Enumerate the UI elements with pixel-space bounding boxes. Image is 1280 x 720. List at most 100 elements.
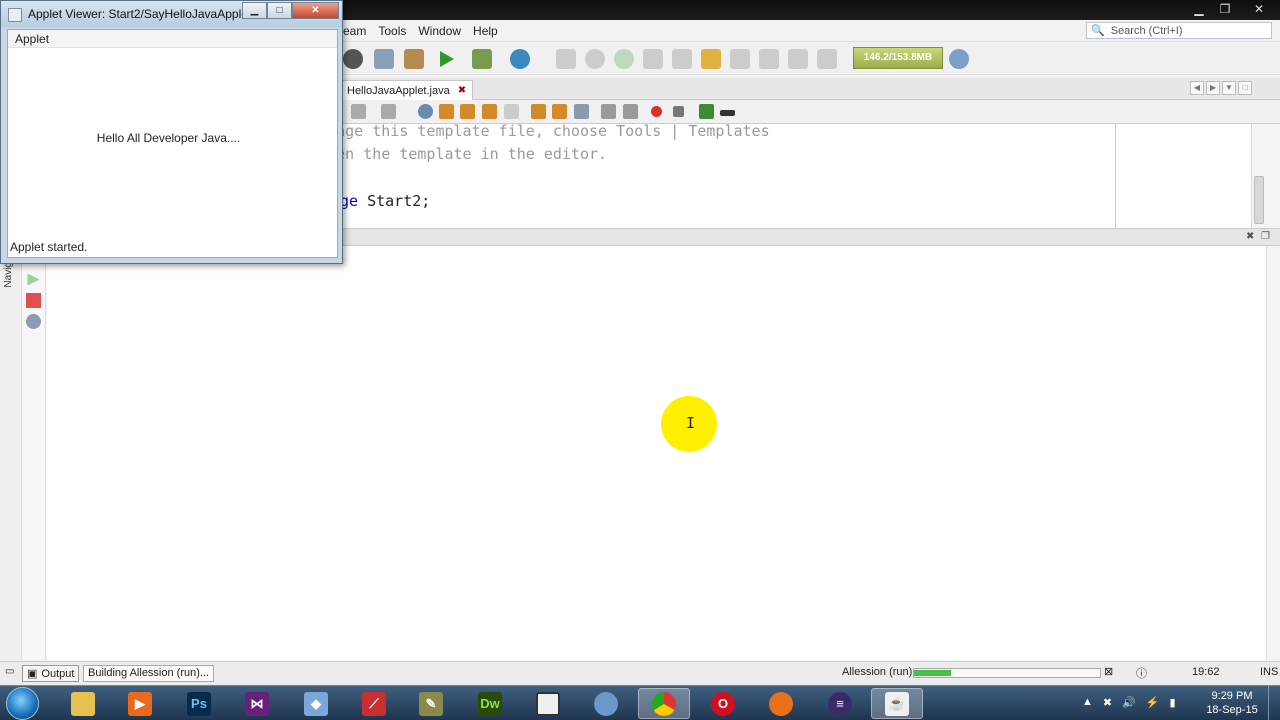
- applet-menu-bar: Applet: [8, 30, 337, 48]
- taskbar-dreamweaver[interactable]: Dw: [464, 688, 516, 719]
- output-button[interactable]: ▣ Output: [22, 665, 80, 682]
- taskbar-file-explorer[interactable]: [57, 688, 109, 719]
- uncomment-icon[interactable]: [720, 110, 735, 116]
- notifications-icon[interactable]: ⓘ: [1136, 665, 1147, 681]
- taskbar-tools[interactable]: ✎: [405, 688, 457, 719]
- navigator-label[interactable]: Navig: [3, 262, 14, 288]
- tab-label: HelloJavaApplet.java: [347, 84, 450, 97]
- search-icon: 🔍: [1091, 25, 1105, 37]
- search-input[interactable]: 🔍 Search (Ctrl+I): [1086, 22, 1272, 39]
- virtualbox-icon: ◆: [304, 691, 328, 716]
- close-panel-icon[interactable]: ✖: [1246, 231, 1254, 242]
- menu-window[interactable]: Window: [418, 24, 461, 38]
- start-macro-icon[interactable]: [651, 106, 662, 117]
- close-button[interactable]: ✕: [1238, 0, 1280, 18]
- minimize-button[interactable]: ▁: [1186, 0, 1212, 18]
- taskbar-chrome[interactable]: [638, 688, 690, 719]
- take-snapshot-icon[interactable]: [788, 49, 808, 69]
- folder-icon: [71, 691, 95, 716]
- editor-scrollbar[interactable]: [1251, 124, 1266, 228]
- stop-build-icon[interactable]: [26, 293, 41, 308]
- close-tab-icon[interactable]: ✖: [458, 82, 466, 100]
- panel-toggle-icon[interactable]: ▭: [5, 666, 14, 677]
- output-area[interactable]: [47, 246, 1266, 660]
- forward-icon[interactable]: [381, 104, 396, 119]
- output-scrollbar[interactable]: [1266, 246, 1280, 660]
- system-tray: ▲ ✖ 🔊 ⚡ ▮: [1082, 696, 1176, 709]
- taskbar-window[interactable]: [522, 688, 574, 719]
- stop-icon[interactable]: [556, 49, 576, 69]
- previous-bookmark-icon[interactable]: [531, 104, 546, 119]
- network-status-icon[interactable]: ✖: [1103, 696, 1112, 709]
- gc-icon[interactable]: [949, 49, 969, 69]
- step-into-icon[interactable]: [672, 49, 692, 69]
- comment-icon[interactable]: [699, 104, 714, 119]
- taskbar-opera[interactable]: O: [697, 688, 749, 719]
- taskbar-media-player[interactable]: ▶: [114, 688, 166, 719]
- applet-close-button[interactable]: ✕: [292, 2, 339, 19]
- toggle-bookmark-icon[interactable]: [574, 104, 589, 119]
- menu-help[interactable]: Help: [473, 24, 498, 38]
- tab-right-icon[interactable]: ▶: [1206, 81, 1220, 95]
- build-task-label[interactable]: Building Allession (run)...: [83, 665, 215, 682]
- filezilla-icon: ⟋: [362, 691, 386, 716]
- last-edit-icon[interactable]: [351, 104, 366, 119]
- taskbar-network[interactable]: [580, 688, 632, 719]
- find-previous-icon[interactable]: [439, 104, 454, 119]
- next-bookmark-icon[interactable]: [552, 104, 567, 119]
- menu-team[interactable]: eam: [343, 24, 366, 38]
- continue-icon[interactable]: [614, 49, 634, 69]
- taskbar-firefox[interactable]: [755, 688, 807, 719]
- step-out-icon[interactable]: [701, 49, 721, 69]
- taskbar-photoshop[interactable]: Ps: [173, 688, 225, 719]
- show-hidden-icons[interactable]: ▲: [1082, 696, 1093, 709]
- rerun-icon[interactable]: [27, 273, 40, 286]
- start-button[interactable]: [6, 687, 39, 720]
- memory-indicator[interactable]: 146.2/153.8MB: [853, 47, 943, 69]
- restore-button[interactable]: ❐: [1212, 0, 1238, 18]
- applet-titlebar[interactable]: Applet Viewer: Start2/SayHelloJavaApple.…: [1, 1, 342, 27]
- taskbar-filezilla[interactable]: ⟋: [348, 688, 400, 719]
- step-over-icon[interactable]: [643, 49, 663, 69]
- applet-minimize-button[interactable]: ▁: [242, 2, 267, 19]
- watch-icon[interactable]: [817, 49, 837, 69]
- clean-build-icon[interactable]: [404, 49, 424, 69]
- cancel-task-icon[interactable]: ⊠: [1104, 665, 1113, 678]
- taskbar-eclipse[interactable]: ≡: [814, 688, 866, 719]
- applet-viewer-window: Applet Viewer: Start2/SayHelloJavaApple.…: [0, 0, 343, 264]
- tab-list-icon[interactable]: ▼: [1222, 81, 1236, 95]
- pause-icon[interactable]: [585, 49, 605, 69]
- scrollbar-thumb[interactable]: [1254, 176, 1264, 224]
- maximize-icon[interactable]: □: [1238, 81, 1252, 95]
- signal-icon[interactable]: ▮: [1170, 696, 1176, 709]
- menu-tools[interactable]: Tools: [378, 24, 406, 38]
- menu-applet[interactable]: Applet: [15, 32, 49, 46]
- output-tools: [22, 246, 46, 660]
- volume-icon[interactable]: 🔊: [1122, 696, 1136, 709]
- run-icon[interactable]: [440, 51, 454, 67]
- run-to-cursor-icon[interactable]: [730, 49, 750, 69]
- apply-changes-icon[interactable]: [759, 49, 779, 69]
- taskbar-java[interactable]: ☕: [871, 688, 923, 719]
- show-desktop-button[interactable]: [1268, 686, 1280, 720]
- shift-left-icon[interactable]: [601, 104, 616, 119]
- taskbar-virtualbox[interactable]: ◆: [290, 688, 342, 719]
- tab-left-icon[interactable]: ◀: [1190, 81, 1204, 95]
- maximize-panel-icon[interactable]: ❐: [1261, 231, 1270, 242]
- profile-icon[interactable]: [510, 49, 530, 69]
- power-icon[interactable]: ⚡: [1146, 696, 1160, 709]
- system-clock[interactable]: 9:29 PM 18-Sep-15: [1200, 689, 1264, 717]
- taskbar-visual-studio[interactable]: ⋈: [231, 688, 283, 719]
- stop-macro-icon[interactable]: [673, 106, 684, 117]
- find-icon[interactable]: [418, 104, 433, 119]
- shift-right-icon[interactable]: [623, 104, 638, 119]
- settings-icon[interactable]: [26, 314, 41, 329]
- applet-maximize-button[interactable]: □: [267, 2, 292, 19]
- toggle-highlight-icon[interactable]: [482, 104, 497, 119]
- find-next-icon[interactable]: [460, 104, 475, 119]
- build-icon[interactable]: [374, 49, 394, 69]
- tab-hellojavaapplet[interactable]: HelloJavaApplet.java ✖: [340, 80, 474, 100]
- toggle-rectangular-icon[interactable]: [504, 104, 519, 119]
- debug-icon[interactable]: [472, 49, 492, 69]
- clean-icon[interactable]: [343, 49, 363, 69]
